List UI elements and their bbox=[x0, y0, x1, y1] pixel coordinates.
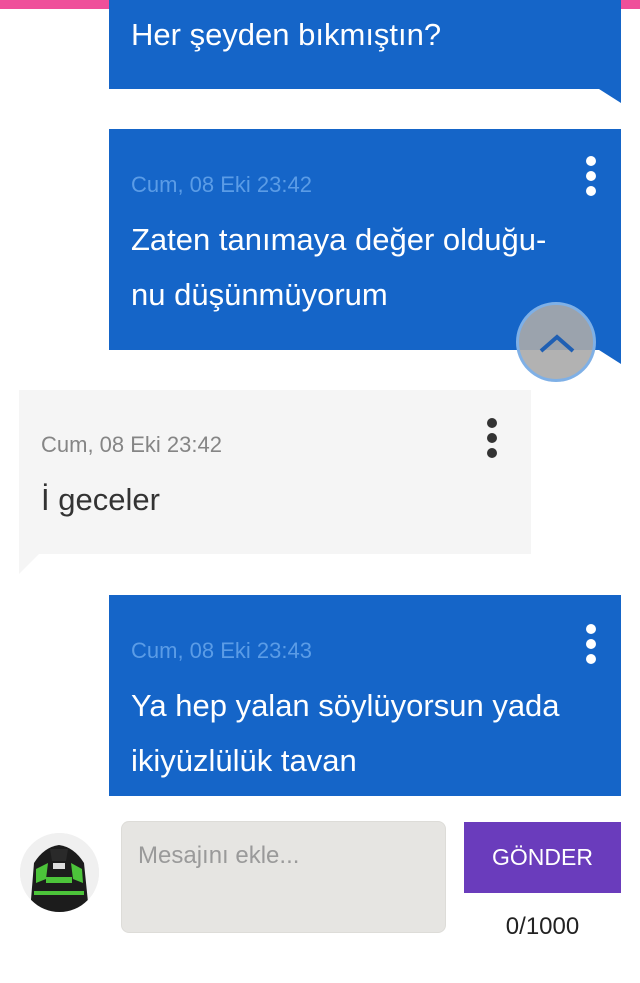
message-menu-icon[interactable] bbox=[480, 418, 504, 458]
message-timestamp: Cum, 08 Eki 23:42 bbox=[41, 432, 222, 457]
chevron-up-icon bbox=[539, 334, 575, 353]
scroll-to-top-button[interactable] bbox=[516, 302, 596, 382]
user-avatar[interactable] bbox=[20, 833, 99, 912]
message-timestamp: Cum, 08 Eki 23:43 bbox=[131, 638, 312, 663]
bubble-tail bbox=[599, 89, 621, 103]
message-timestamp: Cum, 08 Eki 23:42 bbox=[131, 172, 312, 197]
message-text: Ya hep yalan söylüyorsun yada bbox=[131, 688, 560, 723]
character-counter: 0/1000 bbox=[505, 913, 580, 940]
bubble-tail bbox=[599, 350, 621, 364]
message-text: ikiyüzlülük tavan bbox=[131, 743, 357, 778]
message-text: nu düşünmüyorum bbox=[131, 277, 388, 312]
message-text: Zaten tanımaya değer olduğu- bbox=[131, 222, 547, 257]
message-bubble-incoming: Cum, 08 Eki 23:42 İ geceler bbox=[19, 390, 531, 554]
message-bubble-outgoing: Cum, 08 Eki 23:43 Ya hep yalan söylüyors… bbox=[109, 595, 621, 796]
message-input[interactable] bbox=[121, 821, 446, 933]
message-menu-icon[interactable] bbox=[579, 624, 603, 664]
message-text: İ geceler bbox=[41, 482, 160, 517]
message-menu-icon[interactable] bbox=[579, 156, 603, 196]
bubble-tail bbox=[19, 554, 39, 574]
message-text: Her şeyden bıkmıştın? bbox=[131, 17, 442, 52]
send-button[interactable]: GÖNDER bbox=[464, 822, 621, 893]
message-bubble-outgoing: Her şeyden bıkmıştın? bbox=[109, 0, 621, 89]
